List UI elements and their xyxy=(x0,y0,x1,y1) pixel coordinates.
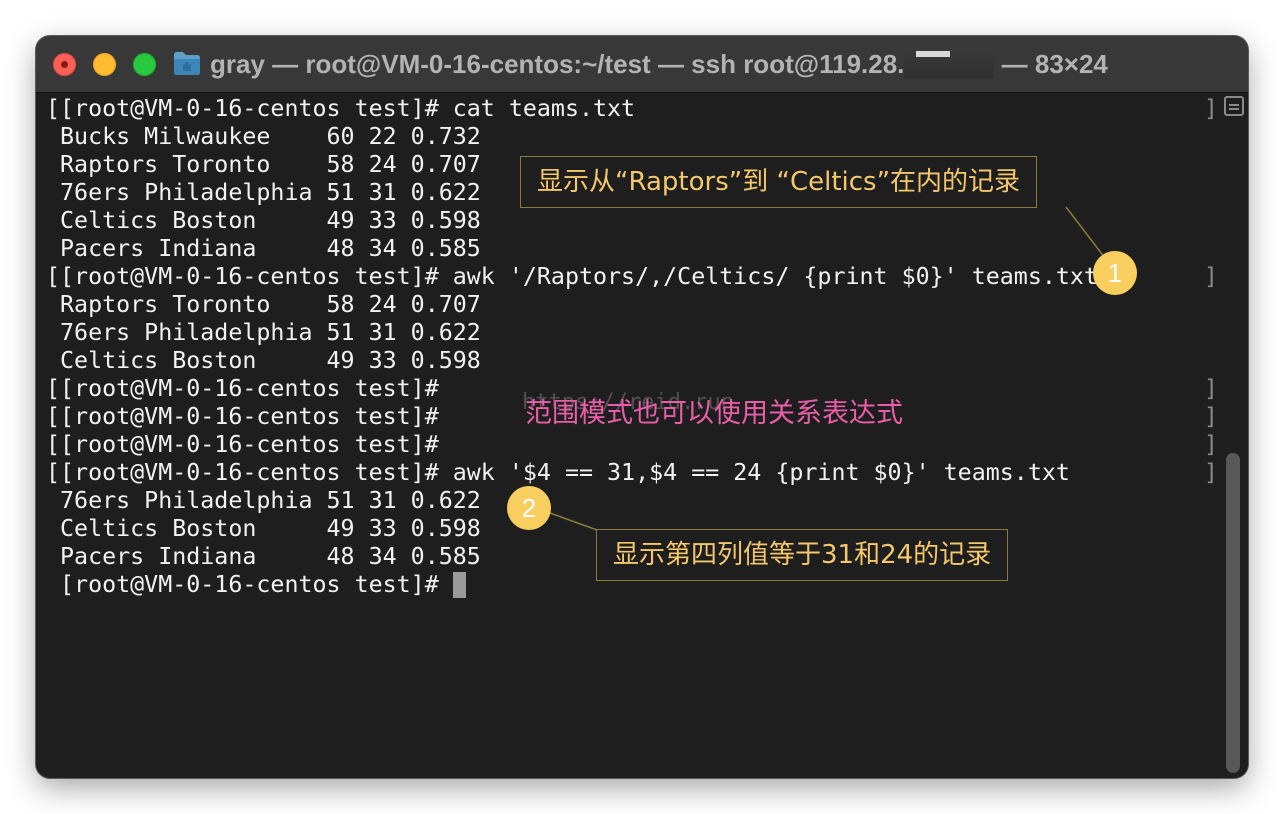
terminal-prompt: [root@VM-0-16-centos test]# xyxy=(46,571,453,598)
line-marker: ] xyxy=(1204,264,1218,290)
line-marker: ] xyxy=(1204,460,1218,486)
close-icon xyxy=(61,61,68,68)
vertical-scrollbar[interactable] xyxy=(1216,93,1248,778)
terminal-line: Bucks Milwaukee 60 22 0.732 xyxy=(46,123,481,150)
terminal-line: Celtics Boston 49 33 0.598 xyxy=(46,515,481,542)
title-bar[interactable]: gray — root@VM-0-16-centos:~/test — ssh … xyxy=(36,36,1248,93)
annotation-callout-2: 显示第四列值等于31和24的记录 xyxy=(596,529,1009,581)
terminal-line: Raptors Toronto 58 24 0.707 xyxy=(46,291,481,318)
folder-icon xyxy=(174,52,200,75)
terminal-line: Celtics Boston 49 33 0.598 xyxy=(46,347,481,374)
annotation-badge-2: 2 xyxy=(507,486,551,530)
terminal-line: [[root@VM-0-16-centos test]# awk '$4 == … xyxy=(46,459,1070,486)
close-button[interactable] xyxy=(53,53,76,76)
terminal-line: 76ers Philadelphia 51 31 0.622 xyxy=(46,319,481,346)
terminal-line: Pacers Indiana 48 34 0.585 xyxy=(46,543,481,570)
line-marker: ] xyxy=(1204,96,1218,122)
annotation-callout-1: 显示从“Raptors”到 “Celtics”在内的记录 xyxy=(520,156,1038,208)
terminal-line: [[root@VM-0-16-centos test]# xyxy=(46,431,439,458)
line-marker: ] xyxy=(1204,432,1218,458)
text-cursor xyxy=(452,572,466,598)
terminal-line: [[root@VM-0-16-centos test]# xyxy=(46,403,439,430)
split-pane-icon[interactable] xyxy=(1224,96,1244,116)
terminal-line: [[root@VM-0-16-centos test]# cat teams.t… xyxy=(46,95,636,122)
window-title: gray — root@VM-0-16-centos:~/test — ssh … xyxy=(210,47,1108,81)
annotation-badge-1: 1 xyxy=(1093,251,1137,295)
terminal-line: [[root@VM-0-16-centos test]# xyxy=(46,375,439,402)
minimize-button[interactable] xyxy=(93,53,116,76)
terminal-prompt-line: [root@VM-0-16-centos test]# xyxy=(46,571,466,599)
terminal-line: [[root@VM-0-16-centos test]# awk '/Rapto… xyxy=(46,263,1098,290)
zoom-button[interactable] xyxy=(133,53,156,76)
annotation-pink-note: 范围模式也可以使用关系表达式 xyxy=(525,398,903,429)
terminal-line: Pacers Indiana 48 34 0.585 xyxy=(46,235,481,262)
window-title-suffix: — 83×24 xyxy=(1001,49,1108,79)
terminal-line: Celtics Boston 49 33 0.598 xyxy=(46,207,481,234)
terminal-line: 76ers Philadelphia 51 31 0.622 xyxy=(46,179,481,206)
scrollbar-thumb[interactable] xyxy=(1226,453,1240,773)
window-title-prefix: gray — root@VM-0-16-centos:~/test — ssh … xyxy=(210,49,905,79)
redacted-ip xyxy=(904,49,995,80)
line-marker: ] xyxy=(1204,376,1218,402)
terminal-line: Raptors Toronto 58 24 0.707 xyxy=(46,151,481,178)
terminal-line: 76ers Philadelphia 51 31 0.622 xyxy=(46,487,481,514)
terminal-window: gray — root@VM-0-16-centos:~/test — ssh … xyxy=(36,36,1248,778)
line-marker: ] xyxy=(1204,404,1218,430)
